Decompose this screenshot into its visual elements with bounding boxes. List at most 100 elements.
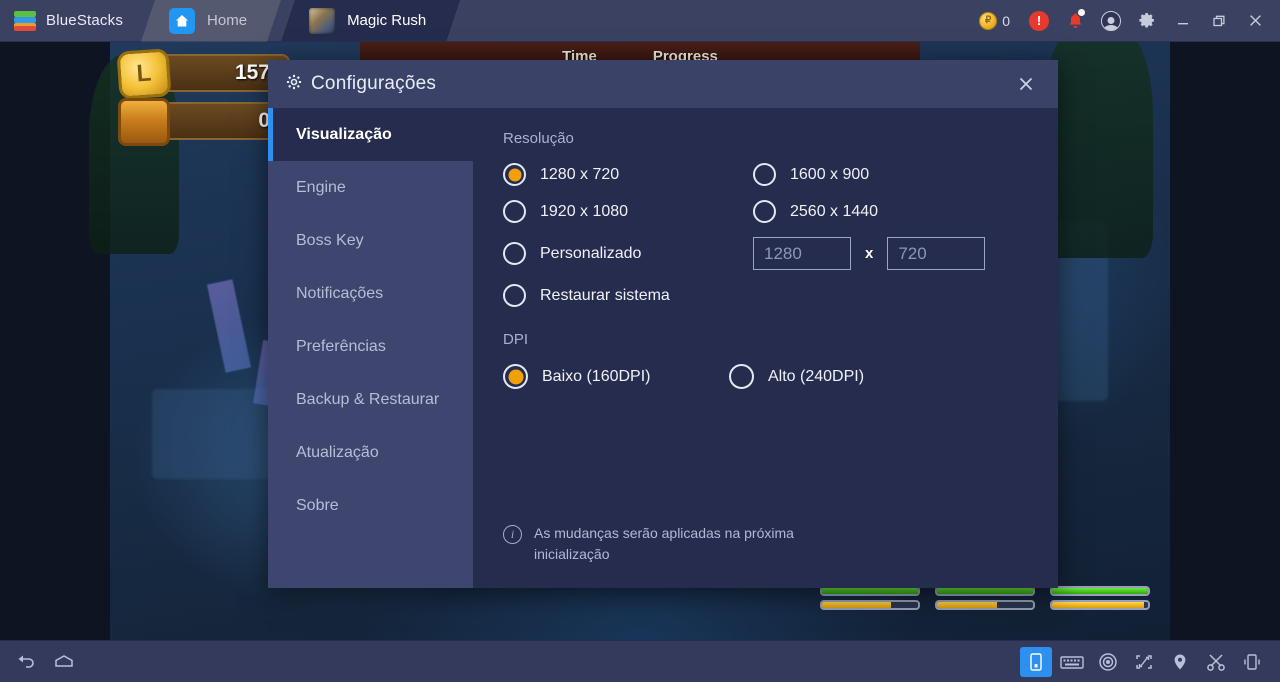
close-icon[interactable] <box>1006 64 1046 104</box>
dpi-section-title: DPI <box>503 331 529 348</box>
coin-count: 0 <box>1002 12 1010 29</box>
device-phone-icon[interactable] <box>1020 646 1052 677</box>
sidebar-item-sobre[interactable]: Sobre <box>268 479 473 532</box>
radio-indicator <box>503 242 526 265</box>
scissors-icon[interactable] <box>1200 647 1232 677</box>
eye-target-icon[interactable] <box>1092 647 1124 677</box>
close-icon[interactable] <box>1238 0 1272 42</box>
dimension-separator: x <box>865 245 874 262</box>
bluestacks-window: BlueStacks Home Magic Rush ₽ 0 ! Time Pr… <box>0 0 1280 682</box>
keyboard-icon[interactable] <box>1056 647 1088 677</box>
dialog-body: Visualização Engine Boss Key Notificaçõe… <box>268 108 1058 588</box>
home-outline-icon[interactable] <box>48 647 80 677</box>
resolution-section-title: Resolução <box>503 130 574 147</box>
letterbox-right <box>1170 42 1280 640</box>
tab-magic-rush[interactable]: Magic Rush <box>281 0 460 42</box>
radio-label: Restaurar sistema <box>540 286 670 304</box>
radio-1280x720[interactable]: 1280 x 720 <box>503 163 753 186</box>
brand-name: BlueStacks <box>46 12 124 29</box>
sidebar-item-preferencias[interactable]: Preferências <box>268 320 473 373</box>
sidebar-item-label: Engine <box>296 178 346 196</box>
fullscreen-icon[interactable] <box>1128 647 1160 677</box>
radio-indicator <box>503 200 526 223</box>
bottom-bar <box>0 640 1280 682</box>
sidebar-item-label: Sobre <box>296 496 339 514</box>
tab-home-label: Home <box>207 12 248 29</box>
restart-note-text: As mudanças serão aplicadas na próxima i… <box>534 525 794 562</box>
radio-label: 1280 x 720 <box>540 165 620 183</box>
info-icon: i <box>503 525 522 545</box>
location-pin-icon[interactable] <box>1164 647 1196 677</box>
radio-1600x900[interactable]: 1600 x 900 <box>753 163 1058 186</box>
dialog-content: Resolução 1280 x 720 1600 x 900 1920 x 1… <box>473 108 1058 588</box>
sidebar-item-notificacoes[interactable]: Notificações <box>268 267 473 320</box>
hud-currency-row: L 157 <box>116 48 290 100</box>
radio-indicator <box>729 364 754 389</box>
sidebar-item-label: Atualização <box>296 443 379 461</box>
radio-indicator <box>503 284 526 307</box>
shake-device-icon[interactable] <box>1236 647 1268 677</box>
radio-1920x1080[interactable]: 1920 x 1080 <box>503 200 753 223</box>
radio-label: Alto (240DPI) <box>768 367 865 385</box>
restart-note: i As mudanças serão aplicadas na próxima… <box>503 523 833 564</box>
bell-icon[interactable] <box>1058 0 1092 42</box>
dialog-title: Configurações <box>311 73 437 94</box>
sidebar-item-label: Backup & Restaurar <box>296 390 440 408</box>
dialog-sidebar: Visualização Engine Boss Key Notificaçõe… <box>268 108 473 588</box>
radio-dpi-baixo[interactable]: Baixo (160DPI) <box>503 364 729 389</box>
sidebar-item-backup-restaurar[interactable]: Backup & Restaurar <box>268 373 473 426</box>
android-nav-controls <box>0 647 80 677</box>
window-controls: ₽ 0 ! <box>969 0 1280 42</box>
radio-label: Personalizado <box>540 244 642 262</box>
game-thumbnail-icon <box>309 7 336 34</box>
radio-indicator <box>753 200 776 223</box>
dpi-options: Baixo (160DPI) Alto (240DPI) <box>503 364 1058 389</box>
custom-height-input[interactable] <box>887 237 986 270</box>
radio-label: 2560 x 1440 <box>790 202 879 220</box>
radio-dpi-alto[interactable]: Alto (240DPI) <box>729 364 1058 389</box>
sidebar-item-label: Notificações <box>296 284 384 302</box>
radio-indicator <box>503 163 526 186</box>
dialog-header: Configurações <box>268 60 1058 108</box>
radio-personalizado[interactable]: Personalizado <box>503 242 753 265</box>
custom-resolution-row: Personalizado x <box>503 237 1058 270</box>
radio-label: Baixo (160DPI) <box>542 367 651 385</box>
gear-icon <box>286 74 302 94</box>
sidebar-item-label: Preferências <box>296 337 386 355</box>
sidebar-item-visualizacao[interactable]: Visualização <box>268 108 473 161</box>
coin-icon: ₽ <box>979 11 998 30</box>
sidebar-item-boss-key[interactable]: Boss Key <box>268 214 473 267</box>
settings-dialog: Configurações Visualização Engine Boss K… <box>268 60 1058 588</box>
tab-home[interactable]: Home <box>141 0 281 42</box>
top-bar: BlueStacks Home Magic Rush ₽ 0 ! <box>0 0 1280 42</box>
tab-magic-rush-label: Magic Rush <box>347 12 427 29</box>
home-icon <box>169 7 196 34</box>
sidebar-item-engine[interactable]: Engine <box>268 161 473 214</box>
radio-indicator <box>503 364 528 389</box>
radio-indicator <box>753 163 776 186</box>
coin-counter[interactable]: ₽ 0 <box>969 11 1020 30</box>
account-avatar-icon[interactable] <box>1094 0 1128 42</box>
back-arrow-icon[interactable] <box>10 647 42 677</box>
radio-label: 1920 x 1080 <box>540 202 629 220</box>
hud-gold-value: 157 <box>234 61 270 84</box>
bluestacks-logo-icon <box>14 10 36 31</box>
treasure-chest-icon <box>118 98 170 146</box>
sidebar-item-label: Visualização <box>296 125 392 143</box>
notification-badge <box>1078 8 1085 16</box>
radio-label: 1600 x 900 <box>790 165 870 183</box>
radio-restaurar-sistema[interactable]: Restaurar sistema <box>503 284 753 307</box>
bluestacks-tools <box>1020 646 1280 677</box>
sidebar-item-atualizacao[interactable]: Atualização <box>268 426 473 479</box>
hero-status-bars <box>110 586 1170 632</box>
minimize-icon[interactable] <box>1166 0 1200 42</box>
alert-exclamation-icon[interactable]: ! <box>1022 0 1056 42</box>
restore-icon[interactable] <box>1202 0 1236 42</box>
custom-width-input[interactable] <box>753 237 851 270</box>
radio-2560x1440[interactable]: 2560 x 1440 <box>753 200 1058 223</box>
resolution-options: 1280 x 720 1600 x 900 1920 x 1080 2560 x… <box>503 163 1058 307</box>
gold-coin-badge-icon: L <box>116 48 172 100</box>
sidebar-item-label: Boss Key <box>296 231 364 249</box>
gear-icon[interactable] <box>1130 0 1164 42</box>
brand: BlueStacks <box>0 0 141 42</box>
